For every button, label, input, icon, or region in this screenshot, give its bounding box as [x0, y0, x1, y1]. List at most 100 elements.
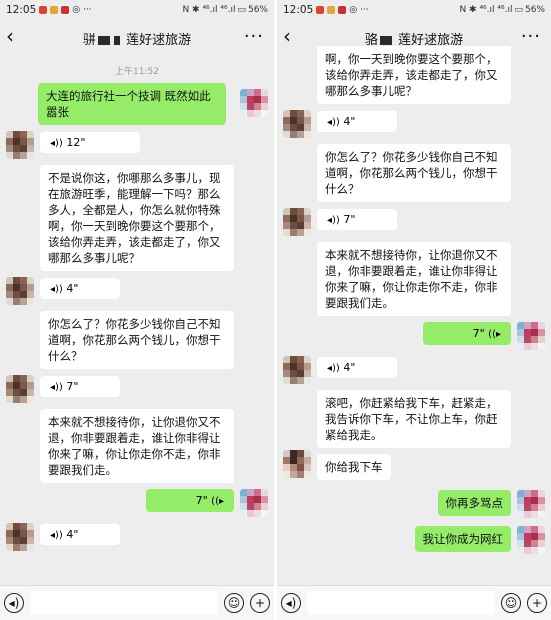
voice-wave-icon: ◂))	[327, 215, 340, 226]
message-row-incoming: 你给我下车	[277, 450, 551, 484]
app-notification-icon	[39, 6, 48, 14]
avatar[interactable]	[517, 526, 545, 554]
chat-panel-right: 12:05 ◎ ··· N ✱ ⁴⁶.ıl ⁴⁶.ıl ▭ 56% ‹ 骆 莲好…	[277, 0, 551, 620]
voice-message[interactable]: ◂)) 4"	[317, 111, 397, 132]
chat-title-name: 莲好逑旅游	[126, 33, 192, 48]
message-row-incoming: 滚吧，你赶紧给我下车，赶紧走，我告诉你下车，不让你上车，你赶紧给我走。	[277, 390, 551, 448]
avatar[interactable]	[6, 131, 34, 159]
message-input[interactable]	[307, 591, 495, 615]
message-row-incoming: ◂)) 4"	[277, 110, 551, 138]
message-row-outgoing: 我让你成为网红	[277, 526, 551, 556]
voice-icon: ◂)	[8, 596, 20, 610]
message-list[interactable]: 上午11:52 大连的旅行社一个技调 既然如此嚣张 ◂)) 12" 不是说你这，…	[0, 54, 274, 586]
redaction-block	[113, 36, 120, 45]
message-bubble[interactable]: 本来就不想接待你，让你退你又不退，你非要跟着走，谁让你非得让你来了嘛，你让你走你…	[40, 409, 234, 483]
avatar[interactable]	[6, 375, 34, 403]
message-bubble[interactable]: 啊，你一天到晚你要这个要那个，该给你弄走弄，该走都走了，你又哪那么多事儿呢？	[317, 46, 511, 104]
message-row-incoming: 本来就不想接待你，让你退你又不退，你非要跟着走，谁让你非得让你来了嘛，你让你走你…	[0, 409, 274, 483]
status-time: 12:05	[6, 4, 37, 16]
voice-message[interactable]: 7" ((▸	[146, 489, 234, 512]
voice-input-button[interactable]: ◂)	[281, 593, 301, 613]
message-bubble[interactable]: 我让你成为网红	[414, 526, 511, 552]
screenshot: 12:05 ◎ ··· N ✱ ⁴⁶.ıl ⁴⁶.ıl ▭ 56% ‹ 骈 莲好…	[0, 0, 551, 620]
voice-message[interactable]: ◂)) 4"	[40, 524, 120, 545]
voice-message[interactable]: ◂)) 7"	[40, 376, 120, 397]
message-bubble[interactable]: 你再多骂点	[437, 490, 511, 516]
plus-button[interactable]: +	[527, 593, 547, 613]
voice-wave-icon: ((▸	[211, 496, 224, 507]
avatar[interactable]	[283, 356, 311, 384]
message-input[interactable]	[30, 591, 218, 615]
emoji-button[interactable]: ☺	[501, 593, 521, 613]
signal-icon: N ✱ ⁴⁶.ıl ⁴⁶.ıl	[182, 5, 236, 15]
app-notification-icon	[327, 6, 336, 14]
avatar[interactable]	[240, 489, 268, 517]
message-row-outgoing: 大连的旅行社一个技调 既然如此嚣张	[0, 83, 274, 125]
input-bar: ◂) ☺ +	[0, 585, 274, 620]
app-notification-icon	[338, 6, 347, 14]
message-bubble[interactable]: 大连的旅行社一个技调 既然如此嚣张	[38, 83, 226, 125]
app-notification-icon	[50, 6, 59, 14]
voice-duration: 4"	[66, 528, 79, 541]
emoji-icon: ☺	[227, 596, 241, 610]
message-bubble[interactable]: 你给我下车	[317, 454, 391, 480]
message-row-incoming: 你怎么了？你花多少钱你自己不知道啊，你花那么两个钱儿，你想干什么？	[277, 144, 551, 202]
avatar[interactable]	[283, 110, 311, 138]
avatar[interactable]	[517, 322, 545, 350]
message-row-incoming: 你怎么了？你花多少钱你自己不知道啊，你花那么两个钱儿，你想干什么？	[0, 311, 274, 369]
emoji-button[interactable]: ☺	[224, 593, 244, 613]
more-notifications-icon: ◎ ···	[349, 5, 369, 15]
voice-message[interactable]: ◂)) 4"	[317, 357, 397, 378]
avatar[interactable]	[283, 208, 311, 236]
more-options-button[interactable]: ···	[521, 26, 541, 47]
avatar[interactable]	[283, 450, 311, 478]
voice-message[interactable]: 7" ((▸	[423, 322, 511, 345]
plus-icon: +	[254, 596, 266, 610]
battery-icon: ▭	[237, 5, 246, 15]
status-bar: 12:05 ◎ ··· N ✱ ⁴⁶.ıl ⁴⁶.ıl ▭ 56%	[277, 0, 551, 20]
voice-message[interactable]: ◂)) 4"	[40, 278, 120, 299]
chat-panel-left: 12:05 ◎ ··· N ✱ ⁴⁶.ıl ⁴⁶.ıl ▭ 56% ‹ 骈 莲好…	[0, 0, 274, 620]
message-row-outgoing: 你再多骂点	[277, 490, 551, 520]
message-list[interactable]: 啊，你一天到晚你要这个要那个，该给你弄走弄，该走都走了，你又哪那么多事儿呢？ ◂…	[277, 46, 551, 586]
battery-level: 56%	[524, 5, 545, 15]
voice-wave-icon: ◂))	[50, 284, 63, 295]
voice-message[interactable]: ◂)) 7"	[317, 209, 397, 230]
redaction-block	[97, 36, 110, 45]
message-row-incoming: 本来就不想接待你，让你退你又不退，你非要跟着走，谁让你非得让你来了嘛，你让你走你…	[277, 242, 551, 316]
message-bubble[interactable]: 本来就不想接待你，让你退你又不退，你非要跟着走，谁让你非得让你来了嘛，你让你走你…	[317, 242, 511, 316]
message-row-incoming: ◂)) 12"	[0, 131, 274, 159]
voice-message[interactable]: ◂)) 12"	[40, 132, 140, 153]
message-bubble[interactable]: 滚吧，你赶紧给我下车，赶紧走，我告诉你下车，不让你上车，你赶紧给我走。	[317, 390, 511, 448]
voice-wave-icon: ◂))	[50, 382, 63, 393]
avatar[interactable]	[240, 89, 268, 117]
message-row-incoming: ◂)) 7"	[0, 375, 274, 403]
message-row-incoming: 啊，你一天到晚你要这个要那个，该给你弄走弄，该走都走了，你又哪那么多事儿呢？	[277, 46, 551, 104]
more-options-button[interactable]: ···	[244, 26, 264, 47]
voice-wave-icon: ((▸	[488, 329, 501, 340]
voice-wave-icon: ◂))	[50, 530, 63, 541]
voice-duration: 7"	[66, 380, 79, 393]
avatar[interactable]	[6, 277, 34, 305]
status-time: 12:05	[283, 4, 314, 16]
avatar[interactable]	[6, 523, 34, 551]
message-bubble[interactable]: 你怎么了？你花多少钱你自己不知道啊，你花那么两个钱儿，你想干什么？	[40, 311, 234, 369]
message-timestamp: 上午11:52	[115, 67, 159, 77]
avatar[interactable]	[517, 490, 545, 518]
voice-duration: 4"	[66, 282, 79, 295]
voice-input-button[interactable]: ◂)	[4, 593, 24, 613]
plus-button[interactable]: +	[250, 593, 270, 613]
status-bar: 12:05 ◎ ··· N ✱ ⁴⁶.ıl ⁴⁶.ıl ▭ 56%	[0, 0, 274, 20]
chat-title: 骈 莲好逑旅游	[0, 29, 274, 48]
voice-wave-icon: ◂))	[327, 117, 340, 128]
message-row-outgoing: 7" ((▸	[277, 322, 551, 350]
app-notification-icon	[61, 6, 70, 14]
voice-duration: 7"	[195, 494, 208, 507]
voice-duration: 12"	[66, 136, 86, 149]
message-bubble[interactable]: 不是说你这，你哪那么多事儿，现在旅游旺季，能理解一下吗？那么多人，全都是人，你怎…	[40, 165, 234, 271]
voice-duration: 7"	[343, 213, 356, 226]
more-notifications-icon: ◎ ···	[72, 5, 92, 15]
voice-wave-icon: ◂))	[50, 138, 63, 149]
message-bubble[interactable]: 你怎么了？你花多少钱你自己不知道啊，你花那么两个钱儿，你想干什么？	[317, 144, 511, 202]
voice-duration: 4"	[343, 361, 356, 374]
